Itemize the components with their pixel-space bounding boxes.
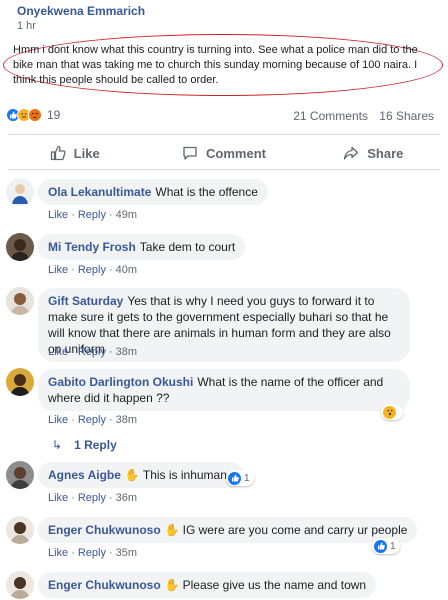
comment-button[interactable]: Comment (149, 138, 298, 168)
avatar[interactable] (6, 461, 34, 489)
comment-time[interactable]: 40m (116, 264, 137, 276)
comment-reply-link[interactable]: Reply (78, 264, 106, 276)
wave-icon: ✋ (164, 578, 180, 592)
avatar[interactable] (6, 516, 34, 544)
comment-meta: Like · Reply · 35m (48, 547, 138, 559)
comment-bubble: Ola Lekanultimate What is the offence (38, 179, 268, 205)
avatar[interactable] (6, 287, 34, 315)
replies-count: 1 Reply (74, 438, 117, 452)
comment-meta: Like · Reply · 38m (48, 414, 138, 426)
comment-text: What is the offence (155, 185, 258, 199)
post-time[interactable]: 1 hr (17, 20, 36, 32)
comment-time[interactable]: 36m (116, 492, 137, 504)
comment-like-link[interactable]: Like (48, 264, 68, 276)
like-reaction-icon (228, 471, 241, 485)
commenter-name[interactable]: Gift Saturday (48, 294, 123, 308)
post-stats: 19 21 Comments 16 Shares (0, 106, 448, 126)
like-button[interactable]: Like (0, 138, 149, 168)
post-actions: Like Comment Share (0, 138, 448, 168)
comment-bubble: Enger Chukwunoso ✋ Please give us the name… (38, 572, 377, 598)
reply-arrow-icon: ↳ (52, 438, 63, 452)
comment-reply-link[interactable]: Reply (78, 492, 106, 504)
comment-reply-link[interactable]: Reply (78, 547, 106, 559)
reaction-count: 19 (47, 108, 61, 122)
like-reaction-icon (374, 539, 387, 553)
wow-reaction-icon (383, 405, 396, 419)
share-button[interactable]: Share (299, 138, 448, 168)
thumbs-up-icon (50, 145, 66, 161)
comment-meta: Like · Reply · 40m (48, 264, 138, 276)
reaction-badge[interactable]: 1 (372, 538, 400, 554)
comment-like-link[interactable]: Like (48, 492, 68, 504)
commenter-name[interactable]: Agnes Aigbe (48, 468, 121, 482)
view-replies-link[interactable]: ↳ 1 Reply (52, 438, 117, 452)
comment-bubble: Enger Chukwunoso ✋ IG were are you come an… (38, 517, 418, 543)
commenter-name[interactable]: Enger Chukwunoso (48, 578, 161, 592)
avatar[interactable] (6, 571, 34, 599)
comment-like-link[interactable]: Like (48, 547, 68, 559)
commenter-name[interactable]: Enger Chukwunoso (48, 523, 161, 537)
shares-count[interactable]: 16 Shares (379, 109, 434, 123)
comment-reply-link[interactable]: Reply (78, 346, 106, 358)
engagement-counts: 21 Comments 16 Shares (285, 109, 434, 123)
comment-like-link[interactable]: Like (48, 346, 68, 358)
divider (8, 169, 440, 170)
divider (8, 134, 440, 135)
comment-text: Take dem to court (139, 240, 236, 254)
comment-meta: Like · Reply · 38m (48, 346, 138, 358)
commenter-name[interactable]: Mi Tendy Frosh (48, 240, 136, 254)
wave-icon: ✋ (124, 468, 140, 482)
comment-time[interactable]: 35m (116, 547, 137, 559)
comment-text: Please give us the name and town (182, 578, 367, 592)
reaction-badge-count: 1 (390, 540, 396, 552)
comment-bubble: Agnes Aigbe ✋ This is inhumane (38, 462, 244, 488)
reaction-badge[interactable] (381, 404, 403, 420)
comment-meta: Like · Reply · 36m (48, 492, 138, 504)
comment-like-link[interactable]: Like (48, 209, 68, 221)
comment-meta: Like · Reply · 49m (48, 209, 138, 221)
reaction-badge[interactable]: 1 (226, 470, 254, 486)
comment-text: This is inhumane (142, 468, 234, 482)
comment-label: Comment (206, 145, 266, 161)
comment-like-link[interactable]: Like (48, 414, 68, 426)
like-label: Like (73, 145, 100, 161)
comment-text: IG were are you come and carry ur people (182, 523, 408, 537)
share-arrow-icon (344, 146, 359, 160)
post-text: Hmm i dont know what this country is tur… (13, 44, 418, 86)
comment-time[interactable]: 38m (116, 414, 137, 426)
comment-bubble-icon (183, 146, 197, 160)
post-author[interactable]: Onyekwena Emmarich (17, 4, 145, 18)
avatar[interactable] (6, 178, 34, 206)
avatar[interactable] (6, 368, 34, 396)
reactions-summary[interactable]: 19 (6, 108, 60, 122)
comment-reply-link[interactable]: Reply (78, 209, 106, 221)
share-label: Share (367, 145, 404, 161)
commenter-name[interactable]: Gabito Darlington Okushi (48, 375, 193, 389)
reaction-badge-count: 1 (244, 472, 250, 484)
comments-count[interactable]: 21 Comments (293, 109, 368, 123)
comment-bubble: Gabito Darlington Okushi What is the name… (38, 369, 410, 411)
comment-bubble: Mi Tendy Frosh Take dem to court (38, 234, 246, 260)
wave-icon: ✋ (164, 523, 180, 537)
angry-reaction-icon (28, 108, 42, 122)
avatar[interactable] (6, 233, 34, 261)
comment-time[interactable]: 49m (116, 209, 137, 221)
commenter-name[interactable]: Ola Lekanultimate (48, 185, 151, 199)
comment-time[interactable]: 38m (116, 346, 137, 358)
comment-reply-link[interactable]: Reply (78, 414, 106, 426)
